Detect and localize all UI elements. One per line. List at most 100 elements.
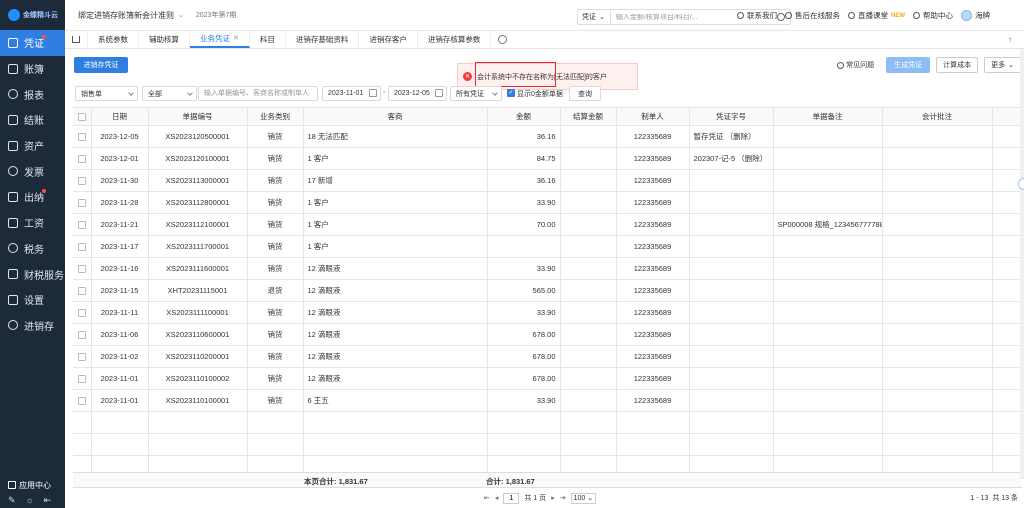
table-row[interactable]: 2023-12-01 XS2023120100001 销货 1 客户 84.75 1223…	[73, 147, 1023, 170]
cell-voucher[interactable]	[689, 191, 774, 214]
sidebar-item-8[interactable]: 税务	[0, 236, 65, 262]
first-page-icon[interactable]: ⇤	[484, 494, 490, 502]
row-checkbox[interactable]	[77, 396, 86, 405]
sidebar-item-11[interactable]: 进销存	[0, 313, 65, 339]
cell-voucher[interactable]: 暂存凭证 （删除）	[689, 125, 774, 148]
cell-no[interactable]: XS2023111100001	[148, 301, 248, 324]
side-panel-handle[interactable]	[1018, 178, 1024, 190]
column-header[interactable]: 单据编号	[148, 108, 248, 126]
row-checkbox[interactable]	[77, 374, 86, 383]
column-header[interactable]: 客商	[303, 108, 488, 126]
more-tabs-icon[interactable]	[498, 35, 508, 44]
help-link[interactable]: 帮助中心	[913, 10, 953, 21]
row-checkbox[interactable]	[77, 264, 86, 273]
faq-link[interactable]: 常见问题	[837, 60, 874, 70]
cell-voucher[interactable]	[689, 213, 774, 236]
row-checkbox[interactable]	[77, 242, 86, 251]
column-header[interactable]: 单据备注	[773, 108, 883, 126]
tab-4[interactable]: 进销存基础资料	[286, 30, 360, 48]
sidebar-item-10[interactable]: 设置	[0, 287, 65, 313]
contact-link[interactable]: 联系我们	[737, 10, 777, 21]
tab-1[interactable]: 辅助核算	[139, 30, 190, 48]
tab-2[interactable]: 业务凭证 ✕	[190, 30, 250, 48]
cell-no[interactable]: XS2023110600001	[148, 323, 248, 346]
table-row[interactable]: 2023-11-17 XS2023111700001 销货 1 客户 122335689	[73, 235, 1023, 258]
cell-no[interactable]: XS2023111700001	[148, 235, 248, 258]
row-checkbox[interactable]	[77, 220, 86, 229]
table-row[interactable]: 2023-11-01 XS2023110100002 销货 12 滴眼液 678.00 1…	[73, 367, 1023, 390]
column-header[interactable]: 金额	[487, 108, 561, 126]
live-class-link[interactable]: 直播课堂 NEW	[848, 10, 905, 21]
cell-voucher[interactable]	[689, 235, 774, 258]
tab-home[interactable]	[65, 30, 88, 48]
cell-no[interactable]: XS2023120500001	[148, 125, 248, 148]
table-row[interactable]: 2023-12-05 XS2023120500001 销货 18 无法匹配 36.16 1…	[73, 125, 1023, 148]
table-row[interactable]: 2023-11-01 XS2023110100001 销货 6 王五 33.90 1223…	[73, 389, 1023, 412]
tab-3[interactable]: 科目	[250, 30, 286, 48]
search-type-select[interactable]: 凭证 ⌄	[578, 10, 611, 24]
sidebar-item-9[interactable]: 财税服务	[0, 261, 65, 287]
query-button[interactable]: 查询	[569, 86, 601, 101]
calendar-icon[interactable]	[369, 89, 377, 97]
cell-no[interactable]: XS2023110100002	[148, 367, 248, 390]
column-header[interactable]: 会计批注	[882, 108, 993, 126]
show-zero-checkbox[interactable]: ✓	[507, 89, 515, 97]
column-header[interactable]: 结算金额	[560, 108, 617, 126]
sidebar-item-7[interactable]: 工资	[0, 210, 65, 236]
cell-no[interactable]: XS2023110100001	[148, 389, 248, 412]
table-row[interactable]: 2023-11-11 XS2023111100001 销货 12 滴眼液 33.90 12…	[73, 301, 1023, 324]
cell-no[interactable]: XS2023111600001	[148, 257, 248, 280]
column-header[interactable]: 业务类别	[247, 108, 304, 126]
scrollbar[interactable]	[1020, 49, 1024, 479]
cell-voucher[interactable]	[689, 169, 774, 192]
cell-voucher[interactable]	[689, 345, 774, 368]
scope-select[interactable]: 全部	[142, 86, 197, 101]
prev-page-icon[interactable]: ◂	[495, 494, 499, 502]
table-row[interactable]: 2023-11-30 XS2023113000001 销货 17 新增 36.16 122…	[73, 169, 1023, 192]
cell-no[interactable]: XS2023120100001	[148, 147, 248, 170]
column-header[interactable]: 日期	[91, 108, 149, 126]
close-icon[interactable]: ✕	[233, 34, 239, 42]
row-checkbox[interactable]	[77, 198, 86, 207]
calc-cost-button[interactable]: 计算成本	[936, 57, 979, 73]
cell-no[interactable]: XS2023112800001	[148, 191, 248, 214]
user-menu[interactable]: 海牌	[961, 10, 990, 21]
table-row[interactable]: 2023-11-21 XS2023112100001 销货 1 客户 70.00 1223…	[73, 213, 1023, 236]
row-checkbox[interactable]	[77, 154, 86, 163]
cell-voucher[interactable]	[689, 257, 774, 280]
table-row[interactable]: 2023-11-28 XS2023112800001 销货 1 客户 33.90 1223…	[73, 191, 1023, 214]
sidebar-item-1[interactable]: 账簿	[0, 56, 65, 82]
sidebar-item-0[interactable]: 凭证	[0, 30, 65, 56]
cell-no[interactable]: XS2023110200001	[148, 345, 248, 368]
cell-no[interactable]: XHT20231115001	[148, 279, 248, 302]
chevron-down-icon[interactable]: ⌄	[178, 11, 184, 19]
app-center-link[interactable]: 应用中心	[0, 478, 65, 492]
table-row[interactable]: 2023-11-02 XS2023110200001 销货 12 滴眼液 678.00 1…	[73, 345, 1023, 368]
sun-icon[interactable]: ☼	[26, 495, 34, 505]
cell-voucher[interactable]	[689, 367, 774, 390]
row-checkbox[interactable]	[77, 286, 86, 295]
tab-6[interactable]: 进销存核算参数	[418, 30, 492, 48]
select-all-checkbox[interactable]	[77, 112, 86, 121]
doc-type-select[interactable]: 销售单	[75, 86, 138, 101]
column-header[interactable]: 凭证字号	[689, 108, 774, 126]
cell-voucher[interactable]: 202307-记-5 （删除）	[689, 147, 774, 170]
edit-icon[interactable]: ✎	[8, 495, 16, 506]
next-page-icon[interactable]: ▸	[551, 494, 555, 502]
more-button[interactable]: 更多 ⌄	[984, 57, 1021, 73]
sidebar-item-2[interactable]: 报表	[0, 81, 65, 107]
tab-5[interactable]: 进销存客户	[359, 30, 418, 48]
row-checkbox[interactable]	[77, 330, 86, 339]
row-checkbox[interactable]	[77, 308, 86, 317]
row-checkbox[interactable]	[77, 176, 86, 185]
sidebar-item-6[interactable]: 出纳	[0, 184, 65, 210]
sidebar-item-3[interactable]: 结账	[0, 107, 65, 133]
column-header[interactable]: 制单人	[616, 108, 690, 126]
sidebar-item-5[interactable]: 发票	[0, 158, 65, 184]
collapse-icon[interactable]: ⇤	[44, 495, 52, 506]
calendar-icon[interactable]	[435, 89, 443, 97]
arrow-up-icon[interactable]: ↑	[1008, 35, 1012, 44]
row-checkbox[interactable]	[77, 352, 86, 361]
table-row[interactable]: 2023-11-16 XS2023111600001 销货 12 滴眼液 33.90 12…	[73, 257, 1023, 280]
table-row[interactable]: 2023-11-06 XS2023110600001 销货 12 滴眼液 678.00 1…	[73, 323, 1023, 346]
